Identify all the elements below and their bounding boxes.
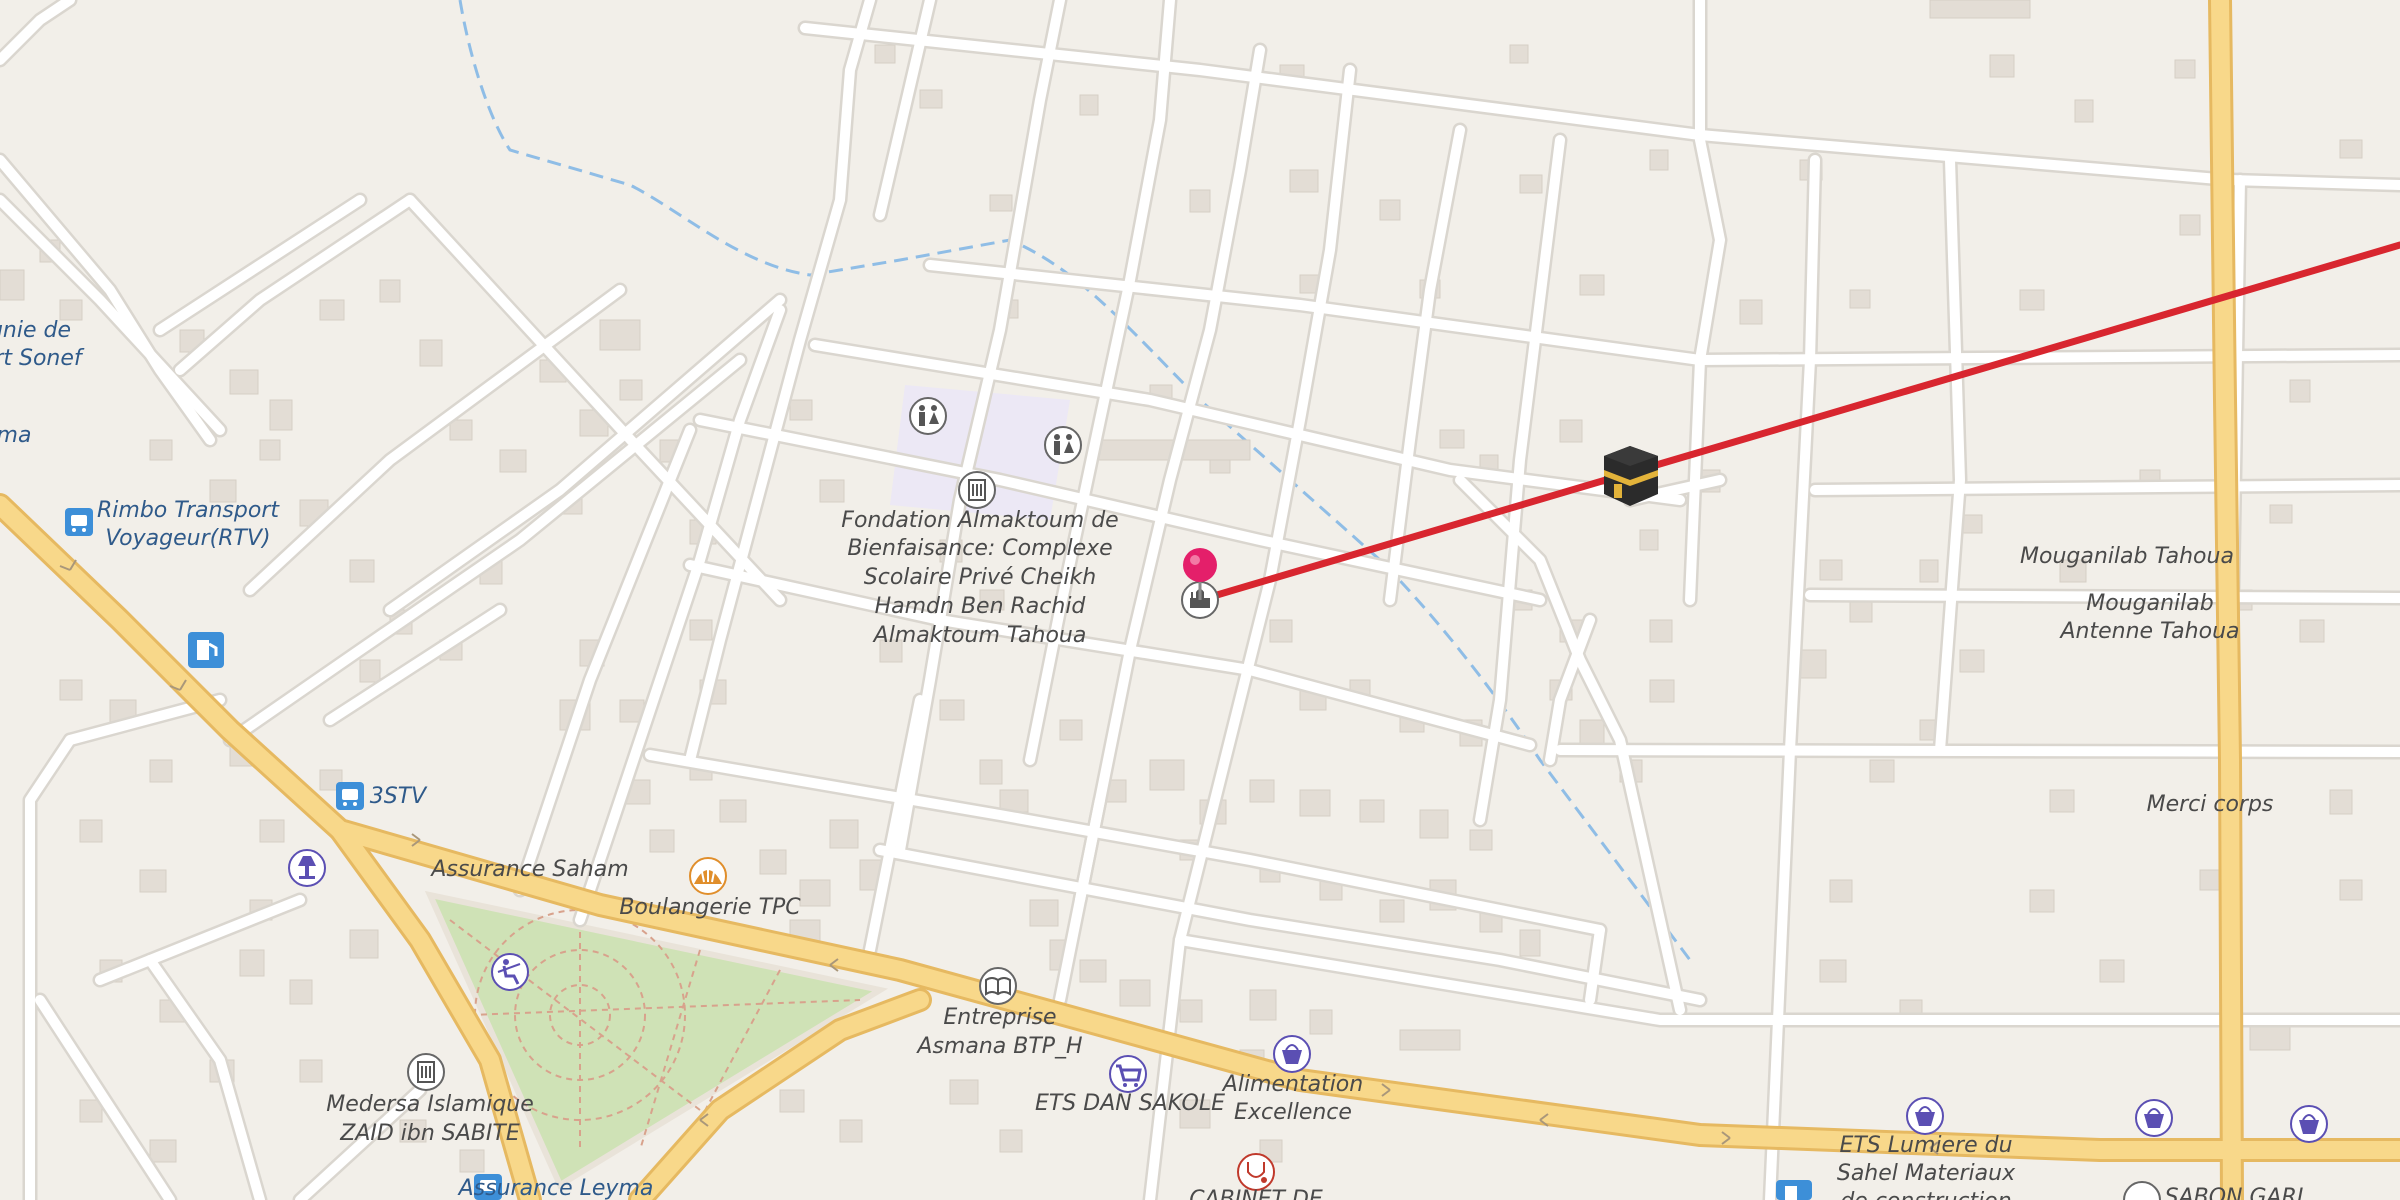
fondation-label-line5: Almaktoum Tahoua — [872, 623, 1087, 648]
toilets-icon[interactable] — [1044, 426, 1082, 464]
alimentation-label-line1: Alimentation — [1221, 1072, 1363, 1097]
fondation-label-line3: Scolaire Privé Cheikh — [864, 565, 1096, 590]
rimbo-label-line1: Rimbo Transport — [97, 498, 280, 523]
lamp-shop-icon[interactable] — [288, 849, 326, 887]
shopping-basket-icon[interactable] — [2135, 1099, 2173, 1137]
alimentation-label-line2: Excellence — [1234, 1100, 1352, 1125]
school-icon[interactable] — [407, 1053, 445, 1091]
entreprise-label-line2: Asmana BTP_H — [915, 1034, 1082, 1059]
shopping-basket-icon[interactable] — [2290, 1105, 2328, 1143]
merci-corps-label: Merci corps — [2147, 792, 2274, 817]
ets-lumiere-label-line1: ETS Lumiere du — [1839, 1133, 2012, 1158]
compagnie-label-line2: rt Sonef — [0, 346, 85, 371]
cabinet-label: CABINET DE — [1189, 1187, 1323, 1200]
ets-lumiere-label-line3: de construction — [1840, 1189, 2011, 1200]
compagnie-label-line1: gnie de — [0, 318, 71, 343]
sabon-gari-label: SABON GARI — [2165, 1185, 2304, 1200]
map-view[interactable]: gnie de rt Sonef ma Rimbo Transport Voya… — [0, 0, 2400, 1200]
fuel-station-icon[interactable] — [188, 632, 224, 668]
kaaba-icon[interactable] — [1604, 446, 1658, 506]
left-edge-label: ma — [0, 423, 31, 448]
bakery-icon[interactable] — [689, 857, 727, 895]
medersa-label-line1: Medersa Islamique — [326, 1092, 534, 1117]
rimbo-label-line2: Voyageur(RTV) — [105, 526, 270, 551]
mouganilab-antenne-label-line2: Antenne Tahoua — [2058, 619, 2239, 644]
medersa-label-line2: ZAID ibn SABITE — [339, 1121, 520, 1146]
fondation-label-line1: Fondation Almaktoum de — [841, 508, 1118, 533]
mouganilab-antenne-label-line1: Mouganilab — [2086, 591, 2213, 616]
bookshop-icon[interactable] — [979, 967, 1017, 1005]
assurance-saham-label: Assurance Saham — [429, 857, 628, 882]
toilets-icon[interactable] — [909, 397, 947, 435]
ets-lumiere-label-line2: Sahel Materiaux — [1837, 1161, 2016, 1186]
boulangerie-label: Boulangerie TPC — [619, 895, 801, 920]
shopping-basket-icon[interactable] — [1906, 1097, 1944, 1135]
shopping-basket-icon[interactable] — [1273, 1035, 1311, 1073]
doctor-icon[interactable] — [1237, 1153, 1275, 1191]
bus-station-icon[interactable] — [336, 782, 364, 810]
mouganilab-tahoua-label: Mouganilab Tahoua — [2020, 544, 2234, 569]
supermarket-icon[interactable] — [1109, 1055, 1147, 1093]
fondation-label-line2: Bienfaisance: Complexe — [847, 536, 1112, 561]
fondation-label-line4: Hamdn Ben Rachid — [875, 594, 1087, 619]
fuel-station-icon[interactable] — [1776, 1180, 1812, 1200]
map-canvas[interactable]: gnie de rt Sonef ma Rimbo Transport Voya… — [0, 0, 2400, 1200]
stv-label: 3STV — [370, 784, 428, 809]
assurance-leyma-label: Assurance Leyma — [457, 1176, 654, 1200]
entreprise-label-line1: Entreprise — [943, 1005, 1056, 1030]
ets-dan-sakole-label: ETS DAN SAKOLE — [1035, 1091, 1225, 1116]
bus-station-icon[interactable] — [65, 508, 93, 536]
playground-icon[interactable] — [491, 953, 529, 991]
school-icon[interactable] — [958, 471, 996, 509]
